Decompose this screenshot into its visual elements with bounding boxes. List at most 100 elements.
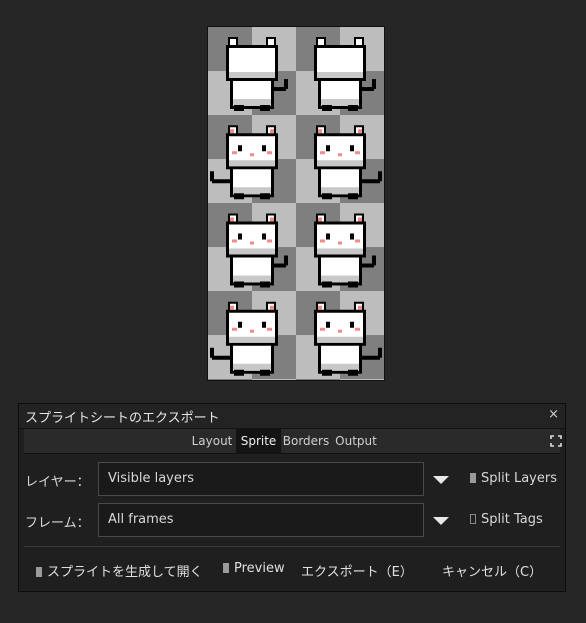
sprite-pixel <box>250 329 254 333</box>
sprite-pixel <box>212 355 230 360</box>
sprite-pixel <box>238 145 242 152</box>
checkbox-unchecked-icon <box>470 514 476 524</box>
sprite-pixel <box>360 263 374 268</box>
sprite-pixel <box>320 239 325 243</box>
sprite-pixel <box>326 233 330 240</box>
sprite-pixel <box>234 281 244 288</box>
dialog-titlebar[interactable]: スプライトシートのエクスポート × <box>19 404 565 429</box>
split-tags-checkbox[interactable]: Split Tags <box>470 512 543 527</box>
sprite-pixel <box>348 105 358 111</box>
sprite-pixel <box>284 79 288 89</box>
sprite-pixel <box>210 171 214 182</box>
sprite-pixel <box>233 187 271 195</box>
sprite-pixel <box>322 281 332 288</box>
sprite-pixel <box>350 321 354 328</box>
sprite-pixel <box>262 233 266 240</box>
sprite-pixel <box>234 105 244 111</box>
sprite-pixel <box>270 305 274 310</box>
sprite-pixel <box>338 153 342 157</box>
generate-and-open-checkbox[interactable]: スプライトを生成して開く <box>36 561 203 580</box>
sprite-pixel <box>362 179 380 184</box>
sprite-pixel <box>238 233 242 240</box>
sprite-sheet-preview <box>207 26 385 381</box>
sprite-pixel <box>318 305 322 310</box>
tab-borders[interactable]: Borders <box>280 429 332 453</box>
preview-checkbox[interactable]: Preview <box>223 561 285 576</box>
sprite-pixel <box>233 363 271 371</box>
sprite-pixel <box>260 193 270 200</box>
sprite-pixel <box>210 347 214 358</box>
sprite-pixel <box>232 239 237 243</box>
sprite-pixel <box>372 255 376 266</box>
sprite-pixel <box>321 275 359 283</box>
sprite-pixel <box>270 217 274 222</box>
sprite-pixel <box>229 336 275 343</box>
layers-select[interactable]: Visible layers <box>98 462 424 496</box>
sprite-pixel <box>212 179 230 184</box>
dialog-title: スプライトシートのエクスポート <box>25 411 220 426</box>
split-layers-checkbox[interactable]: Split Layers <box>470 471 557 486</box>
sprite-pixel <box>348 193 358 200</box>
export-button[interactable]: エクスポート（E） <box>301 561 413 580</box>
checkbox-checked-icon <box>470 473 476 483</box>
sprite-pixel <box>267 151 272 155</box>
sprite-pixel <box>321 363 359 371</box>
sprite-pixel <box>320 151 325 155</box>
cancel-button[interactable]: キャンセル（C） <box>442 561 542 580</box>
sprite-pixel <box>232 151 237 155</box>
sprite-pixel <box>358 305 362 310</box>
sprite-pixel <box>362 355 380 360</box>
sprite-pixel <box>378 171 382 182</box>
sprite-pixel <box>350 145 354 152</box>
sprite-pixel <box>322 369 332 376</box>
sprite-pixel <box>267 239 272 243</box>
layers-dropdown-arrow-icon[interactable] <box>433 476 449 484</box>
sprite-pixel <box>260 369 270 376</box>
checkbox-checked-icon <box>223 563 229 573</box>
sprite-pixel <box>230 217 234 222</box>
sprite-pixel <box>378 347 382 358</box>
sprite-pixel <box>318 129 322 134</box>
sprite-pixel <box>326 145 330 152</box>
sprite-pixel <box>234 193 244 200</box>
sprite-pixel <box>317 72 363 78</box>
sprite-pixel <box>355 151 360 155</box>
sprite-pixel <box>326 321 330 328</box>
sprite-pixel <box>284 255 288 266</box>
sprite-pixel <box>230 129 234 134</box>
sprite-pixel <box>232 327 237 331</box>
sprite-pixel <box>355 239 360 243</box>
preview-label: Preview <box>234 561 285 576</box>
sprite-pixel <box>317 248 363 255</box>
tab-sprite[interactable]: Sprite <box>236 429 281 453</box>
split-layers-label: Split Layers <box>481 471 557 486</box>
sprite-pixel <box>358 129 362 134</box>
sprite-pixel <box>358 217 362 222</box>
sprite-pixel <box>233 99 271 106</box>
close-icon[interactable]: × <box>548 407 559 422</box>
sprite-pixel <box>262 145 266 152</box>
sprite-pixel <box>322 193 332 200</box>
sprite-pixel <box>260 105 270 111</box>
sprite-pixel <box>317 336 363 343</box>
sprite-pixel <box>355 327 360 331</box>
sprite-pixel <box>262 321 266 328</box>
frames-select[interactable]: All frames <box>98 503 424 537</box>
sprite-pixel <box>250 153 254 157</box>
sprite-pixel <box>317 160 363 167</box>
tab-output[interactable]: Output <box>332 429 380 453</box>
sprite-pixel <box>238 321 242 328</box>
expand-icon[interactable] <box>550 435 562 447</box>
sprite-pixel <box>318 217 322 222</box>
sprite-pixel <box>234 369 244 376</box>
layers-label: レイヤー： <box>25 475 90 490</box>
tab-layout[interactable]: Layout <box>187 429 237 453</box>
sprite-pixel <box>229 248 275 255</box>
sprite-pixel <box>320 327 325 331</box>
sprite-pixel <box>338 329 342 333</box>
sprite-pixel <box>260 281 270 288</box>
generate-and-open-label: スプライトを生成して開く <box>47 565 203 580</box>
split-tags-label: Split Tags <box>481 512 543 527</box>
frames-dropdown-arrow-icon[interactable] <box>433 517 449 525</box>
sprite-pixel <box>229 160 275 167</box>
